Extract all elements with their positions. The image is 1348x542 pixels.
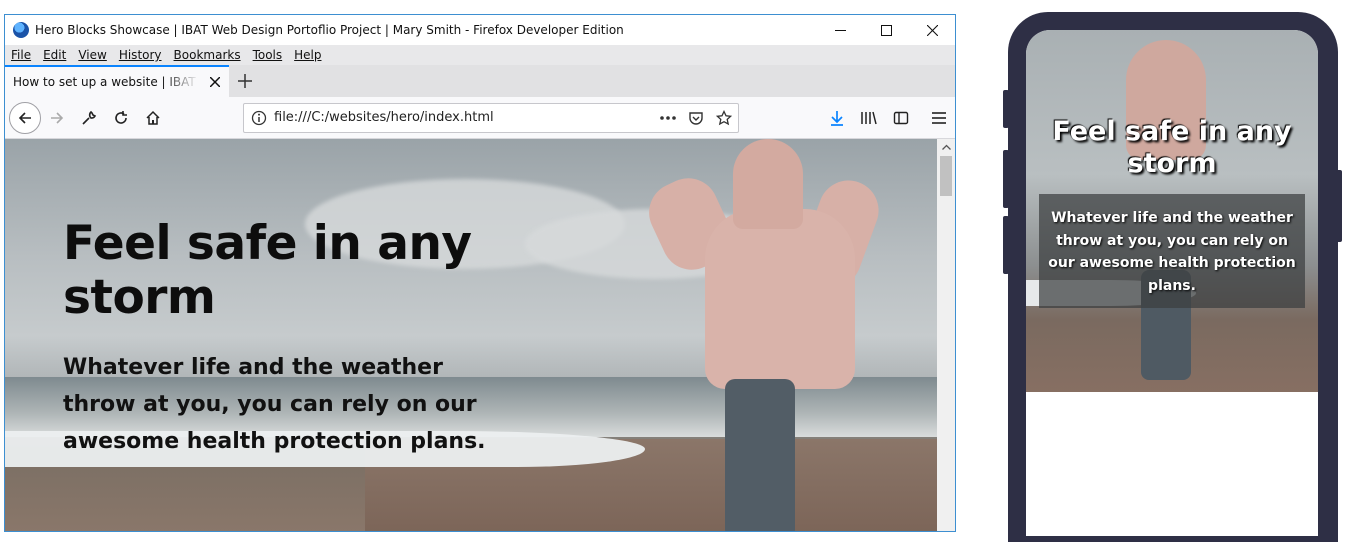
minimize-icon	[834, 29, 846, 31]
window-title: Hero Blocks Showcase | IBAT Web Design P…	[35, 23, 624, 37]
reload-icon	[115, 110, 127, 124]
info-icon	[251, 110, 267, 125]
menu-tools[interactable]: Tools	[251, 48, 285, 62]
address-bar[interactable]: file:///C:/websites/hero/index.html	[243, 102, 739, 133]
site-info-button[interactable]	[244, 110, 274, 126]
minimize-button[interactable]	[817, 15, 863, 45]
developer-tools-button[interactable]	[73, 102, 105, 134]
sidebar-toggle-button[interactable]	[885, 102, 917, 134]
more-dots-icon	[660, 115, 676, 120]
phone-side-button	[1336, 170, 1342, 242]
person-figure	[733, 139, 803, 229]
forward-button[interactable]	[41, 102, 73, 134]
phone-hero: Feel safe in any storm Whatever life and…	[1026, 30, 1318, 392]
bookmark-star-button[interactable]	[710, 109, 738, 126]
navigation-toolbar: file:///C:/websites/hero/index.html	[5, 97, 955, 139]
plus-icon	[238, 74, 252, 88]
tab-close-button[interactable]	[207, 74, 223, 90]
menu-button[interactable]	[923, 102, 955, 134]
download-arrow-icon	[831, 110, 843, 126]
back-button[interactable]	[9, 101, 41, 134]
wrench-icon	[82, 110, 97, 125]
phone-hero-title: Feel safe in any storm	[1052, 116, 1292, 179]
close-window-button[interactable]	[909, 15, 955, 45]
scroll-up-button[interactable]	[937, 139, 955, 155]
home-button[interactable]	[137, 102, 169, 134]
phone-side-button	[1003, 150, 1009, 208]
close-icon	[210, 77, 220, 87]
phone-screen: Feel safe in any storm Whatever life and…	[1026, 30, 1318, 536]
hero-title: Feel safe in any storm	[63, 216, 472, 325]
close-icon	[926, 24, 938, 36]
new-tab-button[interactable]	[229, 65, 261, 97]
library-button[interactable]	[853, 102, 885, 134]
toolbar-right	[821, 102, 955, 134]
maximize-button[interactable]	[863, 15, 909, 45]
person-figure	[705, 209, 855, 389]
menu-file[interactable]: File	[9, 48, 33, 62]
library-icon	[861, 111, 877, 124]
sidebar-icon	[893, 111, 909, 124]
browser-window: Hero Blocks Showcase | IBAT Web Design P…	[4, 14, 956, 532]
menu-bookmarks[interactable]: Bookmarks	[172, 48, 243, 62]
phone-hero-subtitle: Whatever life and the weather throw at y…	[1048, 210, 1296, 294]
pocket-icon	[689, 111, 703, 125]
tab-label: How to set up a website | IBAT Portfolio	[13, 75, 199, 89]
chevron-up-icon	[941, 144, 951, 150]
hero-subtitle: Whatever life and the weather throw at y…	[63, 355, 486, 454]
phone-side-button	[1003, 216, 1009, 274]
star-icon	[716, 109, 732, 125]
menu-history[interactable]: History	[117, 48, 164, 62]
page-viewport: Feel safe in any storm Whatever life and…	[5, 139, 937, 531]
url-text: file:///C:/websites/hero/index.html	[274, 110, 494, 125]
vertical-scrollbar[interactable]	[937, 139, 955, 531]
phone-side-button	[1003, 90, 1009, 128]
menu-edit[interactable]: Edit	[41, 48, 68, 62]
arrow-left-icon	[18, 111, 31, 124]
menu-bar: File Edit View History Bookmarks Tools H…	[5, 45, 955, 65]
scrollbar-thumb[interactable]	[940, 156, 952, 196]
maximize-icon	[880, 24, 892, 36]
pocket-button[interactable]	[682, 110, 710, 126]
menu-view[interactable]: View	[76, 48, 108, 62]
home-icon	[146, 110, 160, 125]
person-figure	[725, 379, 795, 531]
page-actions-button[interactable]	[654, 115, 682, 121]
window-controls	[817, 15, 955, 45]
downloads-button[interactable]	[821, 102, 853, 134]
title-bar: Hero Blocks Showcase | IBAT Web Design P…	[5, 15, 955, 45]
firefox-logo-icon	[13, 22, 29, 38]
tab-strip: How to set up a website | IBAT Portfolio	[5, 65, 955, 97]
menu-help[interactable]: Help	[292, 48, 323, 62]
hamburger-icon	[932, 111, 946, 124]
reload-button[interactable]	[105, 102, 137, 134]
arrow-right-icon	[51, 111, 64, 124]
tab-active[interactable]: How to set up a website | IBAT Portfolio	[5, 65, 229, 97]
